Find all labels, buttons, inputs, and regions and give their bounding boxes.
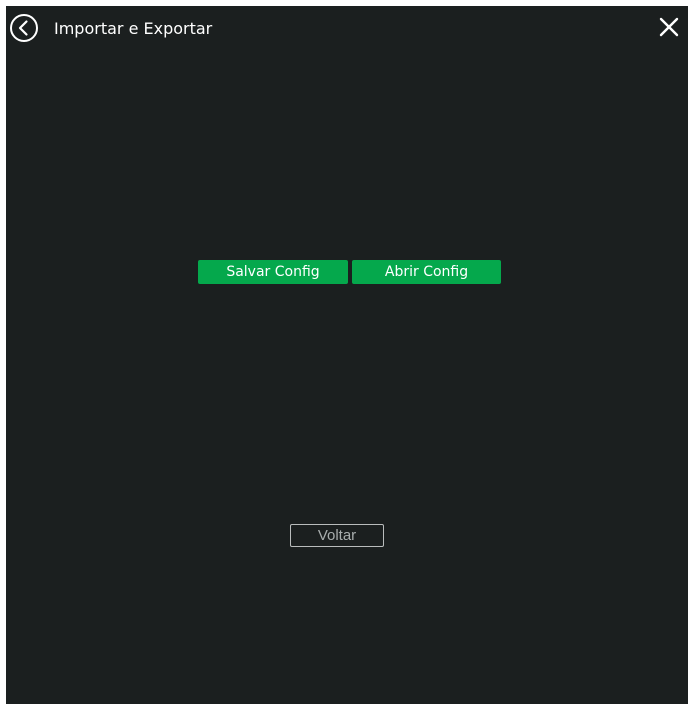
dialog-title: Importar e Exportar — [54, 19, 213, 38]
save-config-button[interactable]: Salvar Config — [198, 260, 348, 284]
back-button[interactable]: Voltar — [290, 524, 384, 547]
close-icon[interactable] — [658, 16, 680, 38]
title-bar: Importar e Exportar — [6, 6, 688, 52]
back-icon[interactable] — [9, 13, 39, 43]
import-export-dialog: Importar e Exportar Salvar Config Abrir … — [6, 6, 688, 704]
open-config-button[interactable]: Abrir Config — [352, 260, 501, 284]
